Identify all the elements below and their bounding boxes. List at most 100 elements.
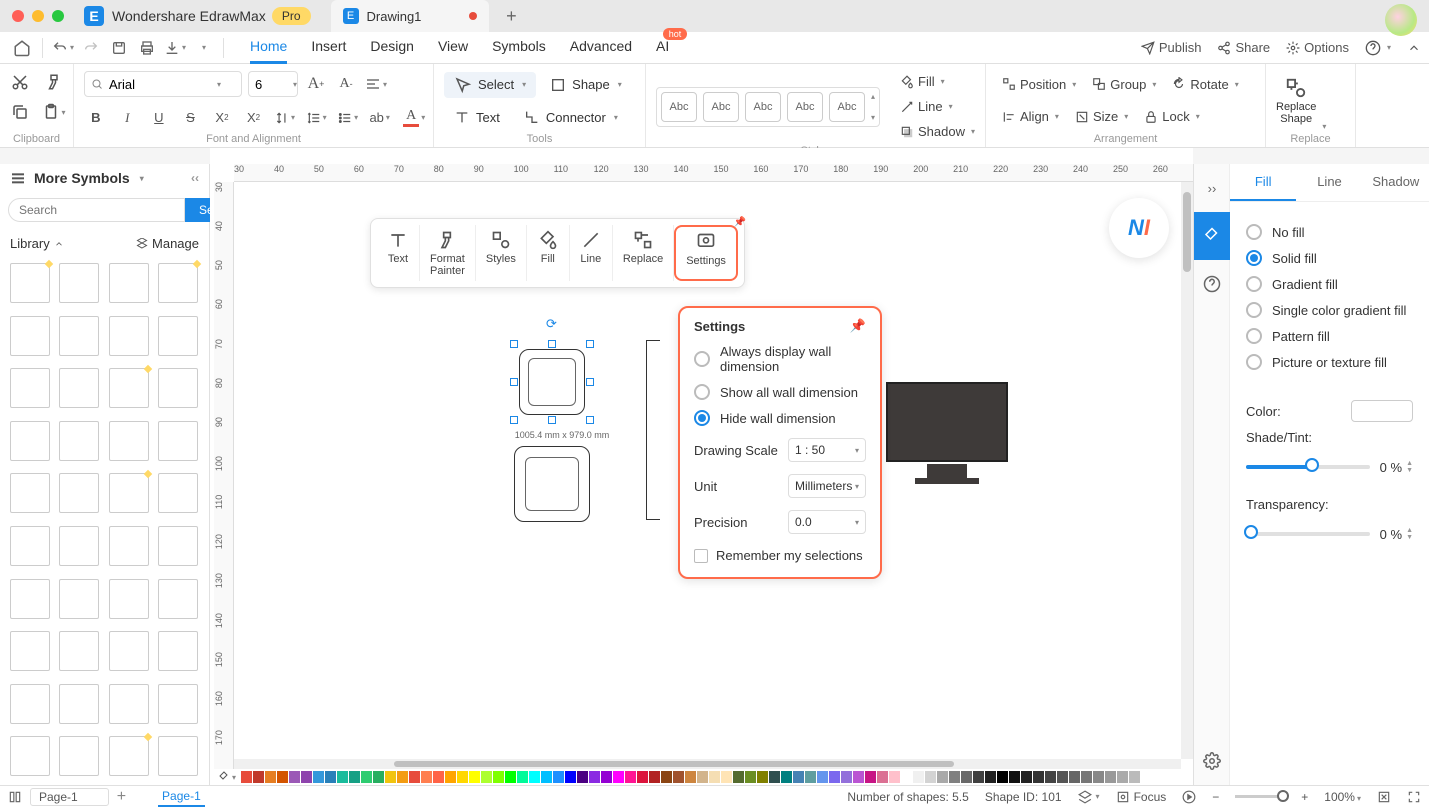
symbol-item[interactable]: [10, 526, 50, 566]
font-color-button[interactable]: A▾: [399, 106, 423, 130]
unsaved-indicator[interactable]: [469, 12, 477, 20]
fill-panel-tab-icon[interactable]: [1194, 212, 1230, 260]
fill-option-pattern[interactable]: Pattern fill: [1246, 328, 1413, 344]
zoom-out-button[interactable]: −: [1212, 790, 1219, 804]
symbol-item[interactable]: [10, 736, 50, 776]
resize-handle-ne[interactable]: [586, 340, 594, 348]
symbol-item[interactable]: [109, 368, 149, 408]
fill-option-single-gradient[interactable]: Single color gradient fill: [1246, 302, 1413, 318]
text-spacing-button[interactable]: ▾: [273, 106, 297, 130]
menu-tab-view[interactable]: View: [438, 38, 468, 58]
symbol-item[interactable]: [109, 684, 149, 724]
symbol-item[interactable]: [109, 736, 149, 776]
position-button[interactable]: Position▾: [996, 73, 1082, 96]
color-chip[interactable]: [385, 771, 396, 783]
ai-assistant-bubble[interactable]: NI: [1109, 198, 1169, 258]
resize-handle-se[interactable]: [586, 416, 594, 424]
color-chip[interactable]: [769, 771, 780, 783]
color-swatch[interactable]: [1351, 400, 1413, 422]
color-chip[interactable]: [757, 771, 768, 783]
style-swatch-2[interactable]: Abc: [703, 92, 739, 122]
canvas-shape-monitor[interactable]: [886, 382, 1008, 484]
color-chip[interactable]: [709, 771, 720, 783]
expand-panel-button[interactable]: ››: [1194, 164, 1230, 212]
redo-button[interactable]: [77, 34, 105, 62]
color-chip[interactable]: [949, 771, 960, 783]
color-chip[interactable]: [493, 771, 504, 783]
color-chip[interactable]: [325, 771, 336, 783]
color-chip[interactable]: [469, 771, 480, 783]
select-tool-button[interactable]: Select▾: [444, 72, 536, 98]
color-chip[interactable]: [433, 771, 444, 783]
symbol-item[interactable]: [109, 473, 149, 513]
resize-handle-e[interactable]: [586, 378, 594, 386]
symbol-item[interactable]: [158, 736, 198, 776]
color-chip[interactable]: [1057, 771, 1068, 783]
right-tab-fill[interactable]: Fill: [1230, 164, 1296, 201]
share-button[interactable]: Share: [1217, 40, 1270, 55]
symbol-item[interactable]: [158, 263, 198, 303]
symbol-search-input[interactable]: [8, 198, 185, 222]
color-chip[interactable]: [1069, 771, 1080, 783]
shade-slider[interactable]: [1246, 465, 1370, 469]
color-chip[interactable]: [529, 771, 540, 783]
color-chip[interactable]: [1105, 771, 1116, 783]
symbol-item[interactable]: [59, 526, 99, 566]
replace-shape-button[interactable]: Replace Shape: [1276, 77, 1316, 125]
transparency-slider[interactable]: [1246, 532, 1370, 536]
symbol-item[interactable]: [10, 316, 50, 356]
italic-button[interactable]: I: [116, 106, 140, 130]
color-chip[interactable]: [373, 771, 384, 783]
symbol-item[interactable]: [10, 368, 50, 408]
canvas-shape-bracket[interactable]: [646, 340, 660, 520]
help-panel-button[interactable]: [1194, 260, 1230, 308]
print-button[interactable]: [133, 34, 161, 62]
symbol-item[interactable]: [109, 421, 149, 461]
float-fill-button[interactable]: Fill: [527, 225, 570, 281]
symbol-item[interactable]: [158, 421, 198, 461]
symbol-item[interactable]: [158, 579, 198, 619]
color-chip[interactable]: [997, 771, 1008, 783]
manage-library-button[interactable]: Manage: [136, 236, 199, 251]
focus-button[interactable]: Focus: [1116, 790, 1167, 804]
underline-button[interactable]: U: [147, 106, 171, 130]
unit-select[interactable]: Millimeters▾: [788, 474, 866, 498]
color-chip[interactable]: [817, 771, 828, 783]
text-tool-button[interactable]: Text: [444, 105, 510, 129]
menu-tab-advanced[interactable]: Advanced: [570, 38, 632, 58]
resize-handle-s[interactable]: [548, 416, 556, 424]
new-tab-button[interactable]: +: [497, 2, 525, 30]
vertical-scrollbar[interactable]: [1181, 182, 1193, 759]
format-painter-button[interactable]: [42, 70, 66, 94]
color-chip[interactable]: [913, 771, 924, 783]
color-chip[interactable]: [961, 771, 972, 783]
fill-color-icon[interactable]: ▾: [218, 770, 236, 784]
canvas-shape-chair[interactable]: [514, 446, 590, 522]
color-chip[interactable]: [517, 771, 528, 783]
color-chip[interactable]: [1129, 771, 1140, 783]
color-chip[interactable]: [721, 771, 732, 783]
float-line-button[interactable]: Line: [570, 225, 613, 281]
color-chip[interactable]: [277, 771, 288, 783]
minimize-window-button[interactable]: [32, 10, 44, 22]
shape-tool-button[interactable]: Shape▾: [540, 73, 632, 97]
color-chip[interactable]: [937, 771, 948, 783]
line-style-button[interactable]: Line▾: [894, 95, 981, 118]
pin-popup-icon[interactable]: 📌: [850, 318, 866, 334]
color-chip[interactable]: [673, 771, 684, 783]
symbol-item[interactable]: [59, 421, 99, 461]
paste-button[interactable]: ▾: [42, 100, 66, 124]
precision-select[interactable]: 0.0▾: [788, 510, 866, 534]
right-tab-shadow[interactable]: Shadow: [1363, 164, 1429, 201]
shade-spinner[interactable]: ▲▼: [1406, 460, 1413, 474]
color-chip[interactable]: [589, 771, 600, 783]
color-chip[interactable]: [289, 771, 300, 783]
align-button[interactable]: Align▾: [996, 105, 1065, 128]
home-icon[interactable]: [8, 34, 36, 62]
color-chip[interactable]: [985, 771, 996, 783]
text-align-button[interactable]: ▾: [364, 72, 388, 96]
symbol-item[interactable]: [158, 316, 198, 356]
symbol-item[interactable]: [59, 684, 99, 724]
fill-option-none[interactable]: No fill: [1246, 224, 1413, 240]
color-chip[interactable]: [1081, 771, 1092, 783]
